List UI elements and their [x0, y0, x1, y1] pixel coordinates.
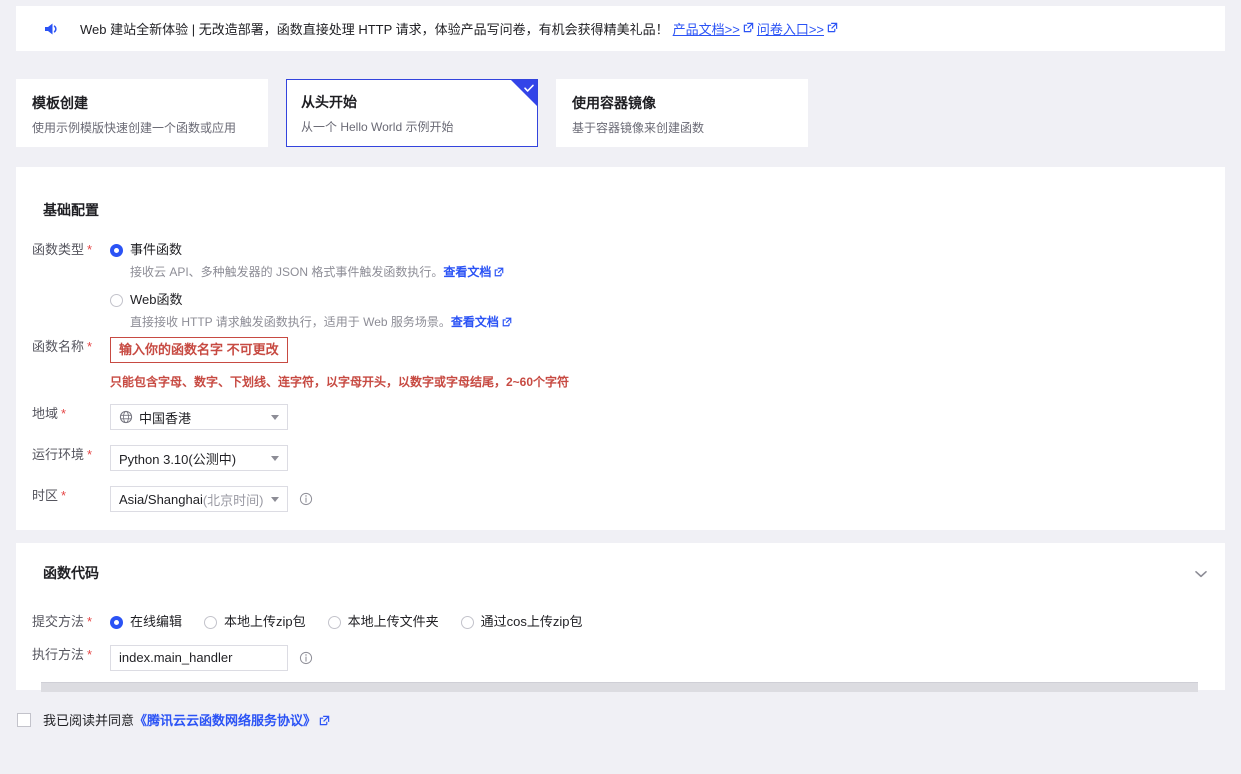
- radio-event-function[interactable]: [110, 243, 123, 257]
- radio-label: 通过cos上传zip包: [480, 614, 583, 629]
- required-marker: *: [61, 406, 67, 421]
- radio-upload-zip[interactable]: [204, 615, 218, 629]
- row-handler: 执行方法 * index.main_handler: [16, 645, 313, 671]
- external-link-icon-3: [494, 264, 504, 282]
- banner-text: Web 建站全新体验 | 无改造部署，函数直接处理 HTTP 请求，体验产品写问…: [80, 22, 669, 37]
- chevron-down-icon[interactable]: [271, 497, 279, 502]
- card-template-create[interactable]: 模板创建 使用示例模版快速创建一个函数或应用: [16, 79, 268, 147]
- card-desc: 基于容器镜像来创建函数: [572, 121, 705, 135]
- radio-label: 本地上传文件夹: [347, 614, 439, 629]
- required-marker: *: [87, 339, 93, 354]
- external-link-icon-5: [319, 714, 330, 729]
- radio-label: 事件函数: [130, 242, 183, 257]
- hint-event-function: 接收云 API、多种触发器的 JSON 格式事件触发函数执行。查看文档: [130, 263, 515, 282]
- radio-option-online-edit[interactable]: 在线编辑: [110, 612, 182, 632]
- globe-icon: [119, 410, 133, 424]
- radio-label: 本地上传zip包: [224, 614, 306, 629]
- basic-config-title: 基础配置: [43, 202, 99, 218]
- footer-bar: 我已阅读并同意《腾讯云云函数网络服务协议》 完成 取消: [0, 700, 1241, 774]
- region-value: 中国香港: [139, 410, 192, 426]
- announcement-banner: Web 建站全新体验 | 无改造部署，函数直接处理 HTTP 请求，体验产品写问…: [16, 6, 1225, 51]
- doc-link-event[interactable]: 查看文档: [443, 265, 491, 279]
- radio-option-upload-zip[interactable]: 本地上传zip包: [204, 612, 306, 632]
- chevron-down-icon[interactable]: [271, 456, 279, 461]
- required-marker: *: [61, 488, 67, 503]
- handler-input[interactable]: index.main_handler: [110, 645, 288, 671]
- timezone-select[interactable]: Asia/Shanghai (北京时间): [110, 486, 288, 512]
- field-submit-method: 在线编辑 本地上传zip包 本地上传文件夹 通过cos上传zip包: [110, 612, 583, 632]
- required-marker: *: [87, 447, 93, 462]
- banner-link-docs[interactable]: 产品文档>>: [673, 19, 740, 38]
- field-handler: index.main_handler: [110, 645, 313, 671]
- row-submit-method: 提交方法 * 在线编辑 本地上传zip包 本地上传文件夹 通过cos上传zip包: [16, 612, 583, 632]
- chevron-down-icon[interactable]: [271, 415, 279, 420]
- field-function-name: 输入你的函数名字 不可更改 只能包含字母、数字、下划线、连字符，以字母开头，以数…: [110, 337, 569, 390]
- label-function-type: 函数类型 *: [32, 242, 93, 257]
- required-marker: *: [87, 647, 93, 662]
- radio-upload-folder[interactable]: [327, 615, 341, 629]
- banner-link-survey[interactable]: 问卷入口>>: [757, 19, 824, 38]
- radio-label: 在线编辑: [130, 614, 183, 629]
- megaphone-icon: [42, 20, 60, 38]
- label-region: 地域 *: [32, 406, 67, 421]
- check-icon: [523, 82, 535, 94]
- label-handler: 执行方法 *: [32, 647, 93, 662]
- field-region: 中国香港: [110, 404, 288, 430]
- hint-web-function: 直接接收 HTTP 请求触发函数执行，适用于 Web 服务场景。查看文档: [130, 313, 515, 332]
- function-name-input[interactable]: 输入你的函数名字 不可更改: [110, 337, 288, 363]
- creation-type-cards: 模板创建 使用示例模版快速创建一个函数或应用 从头开始 从一个 Hello Wo…: [16, 79, 808, 147]
- label-timezone: 时区 *: [32, 488, 67, 503]
- field-runtime: Python 3.10(公测中): [110, 445, 288, 471]
- row-function-name: 函数名称 * 输入你的函数名字 不可更改 只能包含字母、数字、下划线、连字符，以字…: [16, 337, 569, 390]
- row-region: 地域 * 中国香港: [16, 404, 288, 430]
- agreement-checkbox[interactable]: [17, 712, 31, 727]
- card-from-scratch[interactable]: 从头开始 从一个 Hello World 示例开始: [286, 79, 538, 147]
- required-marker: *: [87, 242, 93, 257]
- field-function-type: 事件函数 接收云 API、多种触发器的 JSON 格式事件触发函数执行。查看文档…: [110, 240, 515, 332]
- runtime-select[interactable]: Python 3.10(公测中): [110, 445, 288, 471]
- card-desc: 使用示例模版快速创建一个函数或应用: [32, 121, 237, 135]
- label-runtime: 运行环境 *: [32, 447, 93, 462]
- timezone-value-sub: (北京时间): [202, 492, 264, 508]
- info-icon-handler[interactable]: [299, 651, 313, 665]
- radio-online-edit[interactable]: [110, 615, 123, 629]
- required-marker: *: [87, 614, 93, 629]
- code-editor-toolbar-peek: [41, 682, 1198, 692]
- card-title: 从头开始: [301, 94, 357, 110]
- radio-option-event-function[interactable]: 事件函数: [110, 240, 515, 260]
- runtime-value: Python 3.10(公测中): [119, 451, 237, 467]
- radio-label: Web函数: [130, 292, 183, 307]
- radio-option-web-function[interactable]: Web函数: [110, 290, 515, 310]
- radio-option-upload-folder[interactable]: 本地上传文件夹: [327, 612, 439, 632]
- basic-config-panel: 基础配置 函数类型 * 事件函数 接收云 API、多种触发器的 JSON 格式事件…: [16, 167, 1225, 530]
- function-code-title: 函数代码: [43, 565, 99, 581]
- card-container-image[interactable]: 使用容器镜像 基于容器镜像来创建函数: [556, 79, 808, 147]
- region-select[interactable]: 中国香港: [110, 404, 288, 430]
- card-title: 模板创建: [32, 95, 88, 111]
- agreement-row: 我已阅读并同意《腾讯云云函数网络服务协议》: [17, 710, 333, 729]
- timezone-value: Asia/Shanghai: [119, 491, 203, 507]
- chevron-down-icon-collapse[interactable]: [1195, 565, 1207, 583]
- row-function-type: 函数类型 * 事件函数 接收云 API、多种触发器的 JSON 格式事件触发函数执…: [16, 240, 515, 332]
- radio-option-cos-zip[interactable]: 通过cos上传zip包: [460, 612, 583, 632]
- label-submit-method: 提交方法 *: [32, 614, 93, 629]
- doc-link-web[interactable]: 查看文档: [451, 315, 499, 329]
- label-function-name: 函数名称 *: [32, 339, 93, 354]
- info-icon[interactable]: [299, 492, 313, 506]
- function-name-error: 只能包含字母、数字、下划线、连字符，以字母开头，以数字或字母结尾，2~60个字符: [110, 375, 570, 389]
- radio-cos-zip[interactable]: [460, 615, 474, 629]
- card-desc: 从一个 Hello World 示例开始: [301, 120, 454, 134]
- page-root: Web 建站全新体验 | 无改造部署，函数直接处理 HTTP 请求，体验产品写问…: [0, 0, 1241, 774]
- function-code-panel: 函数代码 提交方法 * 在线编辑 本地上传zip包 本地上传文件夹 通过cos上…: [16, 543, 1225, 690]
- row-timezone: 时区 * Asia/Shanghai (北京时间): [16, 486, 313, 512]
- card-title: 使用容器镜像: [572, 95, 656, 111]
- external-link-icon-4: [502, 314, 512, 332]
- row-runtime: 运行环境 * Python 3.10(公测中): [16, 445, 288, 471]
- radio-web-function[interactable]: [110, 293, 123, 307]
- agreement-text: 我已阅读并同意《腾讯云云函数网络服务协议》: [43, 710, 333, 729]
- agreement-link[interactable]: 《腾讯云云函数网络服务协议》: [134, 713, 316, 728]
- external-link-icon-2: [827, 20, 838, 38]
- field-timezone: Asia/Shanghai (北京时间): [110, 486, 313, 512]
- external-link-icon: [743, 20, 754, 38]
